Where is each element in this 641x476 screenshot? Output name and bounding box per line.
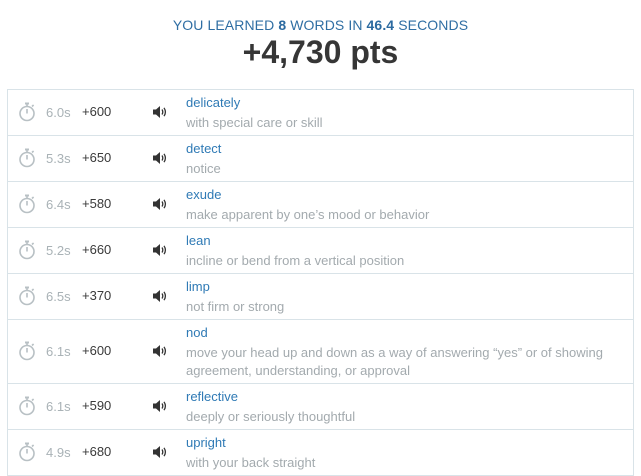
word-points: +680 xyxy=(82,444,112,459)
stopwatch-icon xyxy=(18,396,36,416)
speaker-icon[interactable] xyxy=(152,243,168,257)
word-definition: notice xyxy=(186,161,221,176)
stopwatch-icon xyxy=(18,240,36,260)
word-points: +590 xyxy=(82,398,112,413)
word-link[interactable]: reflective xyxy=(186,389,238,405)
word-points: +600 xyxy=(82,104,112,119)
word-definition: make apparent by one’s mood or behavior xyxy=(186,207,430,222)
speaker-icon[interactable] xyxy=(152,344,168,358)
word-row: 6.5s +370 limp not firm or strong xyxy=(7,274,634,320)
stopwatch-icon xyxy=(18,194,36,214)
summary-suffix: SECONDS xyxy=(394,17,469,33)
word-row: 6.1s +600 nod move your head up and down… xyxy=(7,320,634,384)
word-definition: with special care or skill xyxy=(186,115,323,130)
time-taken: 6.5s xyxy=(46,289,71,304)
word-points: +600 xyxy=(82,343,112,358)
speaker-icon[interactable] xyxy=(152,399,168,413)
speaker-icon[interactable] xyxy=(152,445,168,459)
word-link[interactable]: exude xyxy=(186,187,221,203)
speaker-icon[interactable] xyxy=(152,289,168,303)
stopwatch-icon xyxy=(18,442,36,462)
word-row: 6.0s +600 delicately with special care o… xyxy=(7,90,634,136)
word-link[interactable]: nod xyxy=(186,325,208,341)
word-link[interactable]: upright xyxy=(186,435,226,451)
word-link[interactable]: detect xyxy=(186,141,221,157)
word-row: 5.3s +650 detect notice xyxy=(7,136,634,182)
speaker-icon[interactable] xyxy=(152,197,168,211)
word-definition: not firm or strong xyxy=(186,299,285,314)
time-taken: 6.0s xyxy=(46,105,71,120)
summary-middle: WORDS IN xyxy=(286,17,367,33)
stopwatch-icon xyxy=(18,148,36,168)
speaker-icon[interactable] xyxy=(152,151,168,165)
word-definition: move your head up and down as a way of a… xyxy=(186,345,603,378)
summary-prefix: YOU LEARNED xyxy=(172,17,279,33)
word-row: 4.9s +680 upright with your back straigh… xyxy=(7,430,634,476)
word-definition: incline or bend from a vertical position xyxy=(186,253,405,268)
word-row: 5.2s +660 lean incline or bend from a ve… xyxy=(7,228,634,274)
total-points: +4,730 pts xyxy=(242,34,399,70)
word-definition: with your back straight xyxy=(186,455,316,470)
words-learned-summary: YOU LEARNED 8 WORDS IN 46.4 SECONDS xyxy=(0,17,641,33)
word-link[interactable]: lean xyxy=(186,233,211,249)
time-taken: 6.1s xyxy=(46,344,71,359)
word-link[interactable]: limp xyxy=(186,279,210,295)
elapsed-seconds: 46.4 xyxy=(366,17,395,33)
stopwatch-icon xyxy=(18,341,36,361)
word-definition: deeply or seriously thoughtful xyxy=(186,409,356,424)
time-taken: 5.2s xyxy=(46,243,71,258)
time-taken: 5.3s xyxy=(46,151,71,166)
stopwatch-icon xyxy=(18,286,36,306)
word-link[interactable]: delicately xyxy=(186,95,240,111)
stopwatch-icon xyxy=(18,102,36,122)
speaker-icon[interactable] xyxy=(152,105,168,119)
time-taken: 6.4s xyxy=(46,197,71,212)
word-list: 6.0s +600 delicately with special care o… xyxy=(7,89,634,476)
word-row: 6.4s +580 exude make apparent by one’s m… xyxy=(7,182,634,228)
word-points: +650 xyxy=(82,150,112,165)
time-taken: 6.1s xyxy=(46,399,71,414)
word-points: +580 xyxy=(82,196,112,211)
word-points: +370 xyxy=(82,288,112,303)
word-row: 6.1s +590 reflective deeply or seriously… xyxy=(7,384,634,430)
word-points: +660 xyxy=(82,242,112,257)
time-taken: 4.9s xyxy=(46,445,71,460)
